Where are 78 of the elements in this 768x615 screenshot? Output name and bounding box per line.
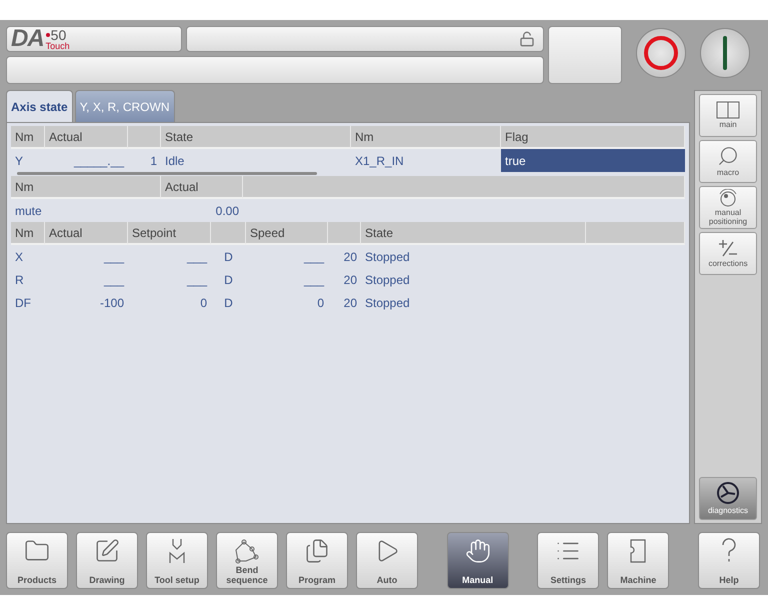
nav-button[interactable]: Settings bbox=[537, 532, 600, 589]
column-header: Actual bbox=[161, 176, 243, 199]
steering-wheel-icon bbox=[716, 481, 740, 506]
nav-button[interactable]: Products bbox=[6, 532, 68, 589]
table-cell-text: X1_R_IN bbox=[354, 152, 405, 170]
pen-icon bbox=[94, 538, 120, 564]
table-cell-text: ___ bbox=[186, 248, 208, 266]
column-header: Flag bbox=[501, 126, 685, 149]
nav-button[interactable]: Help bbox=[698, 532, 760, 589]
scrollbar[interactable] bbox=[17, 172, 317, 175]
side-button[interactable]: main bbox=[699, 94, 757, 137]
side-button[interactable]: corrections bbox=[699, 232, 757, 275]
table-cell-text: -100 bbox=[98, 294, 125, 312]
nav-button[interactable]: Drawing bbox=[76, 532, 138, 589]
column-header: Nm bbox=[11, 222, 45, 245]
table-cell-text: 20 bbox=[342, 248, 358, 266]
machine-icon bbox=[628, 538, 648, 564]
column-header: Setpoint bbox=[128, 222, 211, 245]
table-cell[interactable]: true bbox=[501, 149, 685, 172]
table-cell-text: DF bbox=[14, 294, 32, 312]
logo-model: 50 bbox=[50, 28, 66, 42]
side-button[interactable]: macro bbox=[699, 140, 757, 183]
nav-button[interactable]: Auto bbox=[356, 532, 418, 589]
column-header bbox=[328, 222, 361, 245]
column-header bbox=[128, 126, 161, 149]
table-cell-text: 20 bbox=[342, 272, 358, 288]
table-cell-text: D bbox=[223, 248, 234, 266]
column-header: Nm bbox=[11, 126, 45, 149]
nav-button[interactable]: Manual bbox=[446, 532, 509, 589]
logo-edition: Touch bbox=[46, 42, 70, 50]
hand-icon bbox=[464, 538, 491, 564]
table-cell-text: ___ bbox=[186, 272, 208, 288]
column-header: Nm bbox=[11, 176, 161, 199]
stop-button[interactable] bbox=[636, 28, 686, 78]
table-cell-text: Stopped bbox=[364, 272, 411, 288]
nav-button[interactable]: Machine bbox=[607, 532, 670, 589]
side-button[interactable]: manual positioning bbox=[699, 186, 757, 229]
search-icon bbox=[717, 145, 739, 168]
table-cell-text: _____.__ bbox=[72, 152, 126, 170]
table-cell-text: ___ bbox=[102, 272, 126, 288]
table-cell-text: Idle bbox=[164, 152, 186, 170]
table-cell-text: Stopped bbox=[364, 248, 411, 266]
table-cell-text: Stopped bbox=[364, 294, 411, 312]
table-cell-text: ___ bbox=[302, 272, 326, 288]
table-cell-text: D bbox=[223, 294, 234, 312]
nav-button[interactable]: Bend sequence bbox=[216, 532, 278, 589]
table-cell-text: 0.00 bbox=[214, 202, 240, 220]
column-header: Actual bbox=[45, 126, 128, 149]
column-header bbox=[211, 222, 246, 245]
column-header: Nm bbox=[351, 126, 501, 149]
table-cell-text: 20 bbox=[342, 294, 358, 312]
column-header: State bbox=[161, 126, 351, 149]
table-cell-text: X bbox=[14, 248, 24, 266]
nav-button[interactable]: Program bbox=[286, 532, 348, 589]
table-cell-text: ___ bbox=[102, 248, 126, 266]
table-cell-text: 0 bbox=[199, 294, 208, 312]
table-cell-text: 1 bbox=[149, 152, 158, 170]
table-cell-text: D bbox=[223, 272, 234, 288]
table-cell-text: R bbox=[14, 272, 25, 288]
table-cell-text: Y bbox=[14, 152, 24, 170]
logo-brand: DA bbox=[11, 27, 44, 51]
knob-icon bbox=[717, 189, 739, 208]
pages-icon bbox=[304, 538, 330, 564]
tab[interactable]: Axis state bbox=[6, 90, 73, 122]
table-cell-text: 0 bbox=[316, 294, 325, 312]
table-cell-text: ___ bbox=[302, 248, 326, 266]
dot-icon bbox=[46, 32, 50, 36]
punch-die-icon bbox=[167, 538, 187, 564]
table-cell-text: mute bbox=[14, 202, 43, 220]
start-button[interactable] bbox=[700, 28, 750, 78]
column-header: Actual bbox=[45, 222, 128, 245]
side-button[interactable]: diagnostics bbox=[699, 477, 757, 520]
column-header: State bbox=[361, 222, 586, 245]
nav-button[interactable]: Tool setup bbox=[146, 532, 208, 589]
help-icon bbox=[720, 538, 738, 564]
plus-minus-icon bbox=[717, 238, 739, 258]
column-header: Speed bbox=[246, 222, 328, 245]
split-view-icon bbox=[716, 101, 740, 120]
